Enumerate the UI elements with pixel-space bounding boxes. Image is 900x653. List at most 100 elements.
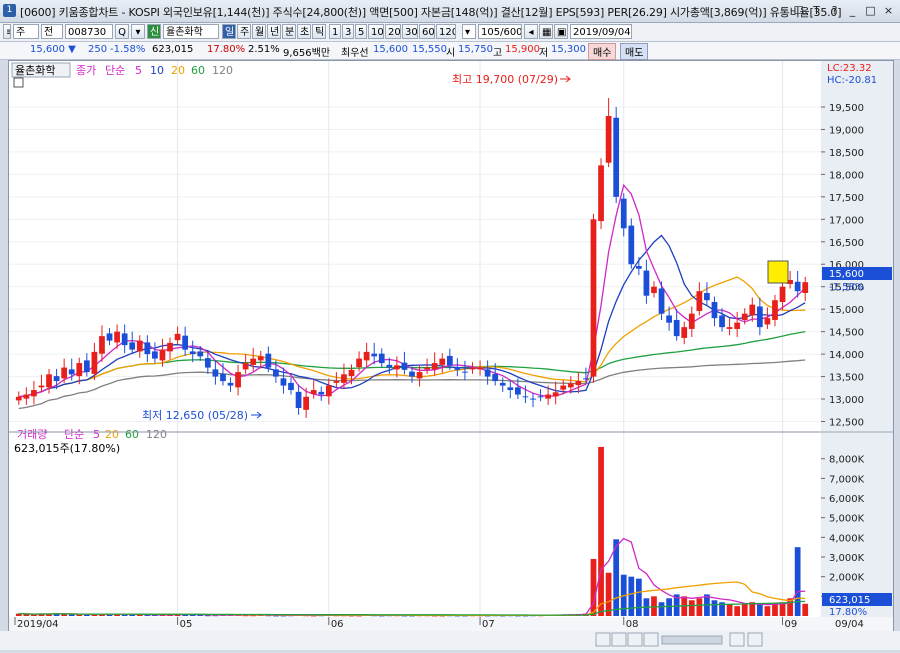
interval-10[interactable]: 10 [368, 24, 384, 39]
calendar-icon[interactable]: ▦ [539, 24, 553, 39]
candle-body [144, 342, 151, 355]
zoom-slider[interactable] [661, 635, 723, 645]
close-button[interactable]: × [881, 3, 896, 18]
candle-body [38, 385, 45, 388]
interval-dropdown[interactable]: ▾ [462, 24, 476, 39]
maximize-button[interactable]: □ [863, 3, 878, 18]
grid-toggle-icon[interactable] [13, 77, 24, 88]
legend-close: 종가 [76, 64, 96, 77]
price-volume-chart[interactable]: 율촌화학 종가 단순 5 10 20 60 120 거래량 단순 5 20 60… [9, 61, 893, 631]
volume-bar [756, 604, 763, 616]
period-week[interactable]: 주 [237, 24, 251, 39]
candle-body [424, 367, 430, 370]
price-tick-label: 19,000 [829, 125, 864, 136]
candle-body [704, 292, 710, 301]
market-select[interactable]: 전 [41, 24, 63, 39]
interval-5[interactable]: 5 [355, 24, 367, 39]
period-month[interactable]: 월 [252, 24, 266, 39]
zoom-in-button[interactable] [747, 632, 763, 647]
volume-bar [635, 578, 642, 616]
candle-body [257, 356, 264, 361]
font-button[interactable]: T [809, 3, 824, 18]
candle-body [613, 117, 620, 197]
candle-body [749, 304, 756, 316]
volume-bar [590, 558, 597, 616]
volume-bar [651, 596, 657, 616]
scroll-first-button[interactable] [595, 632, 611, 647]
volume-legend-ma5: 5 [93, 428, 100, 441]
candle-body [189, 351, 196, 355]
low-annotation: 최저 12,650 (05/28) [142, 409, 248, 422]
candle-body [46, 374, 52, 388]
scroll-prev-button[interactable] [611, 632, 627, 647]
legend-ma60: 60 [191, 64, 205, 77]
volume-bar [76, 614, 83, 616]
period-day[interactable]: 일 [222, 24, 236, 39]
save-icon[interactable]: ▣ [554, 24, 568, 39]
price-change-pct: -1.58% [110, 44, 146, 55]
interval-30[interactable]: 30 [402, 24, 418, 39]
interval-3[interactable]: 3 [342, 24, 354, 39]
period-second[interactable]: 초 [297, 24, 311, 39]
candle-body [575, 381, 582, 386]
candle-body [68, 369, 75, 375]
nav-prev-icon[interactable]: ◂ [524, 24, 538, 39]
buy-button[interactable]: 매수 [588, 43, 617, 60]
volume-tick-label: 5,000K [829, 514, 865, 525]
interval-1[interactable]: 1 [329, 24, 341, 39]
period-minute[interactable]: 분 [282, 24, 296, 39]
period-tick[interactable]: 틱 [312, 24, 326, 39]
date-tick-label: 05 [180, 619, 193, 630]
period-year[interactable]: 년 [267, 24, 281, 39]
minimize-button[interactable]: _ [845, 3, 860, 18]
date-axis-panel [9, 617, 893, 631]
candle-body [325, 385, 332, 397]
interval-60[interactable]: 60 [419, 24, 435, 39]
volume-bar [794, 547, 801, 616]
count-input[interactable]: 105/600 [478, 24, 522, 39]
candle-body [431, 363, 438, 370]
sell-button[interactable]: 매도 [620, 43, 649, 60]
candle-body [711, 301, 718, 319]
open-value: 15,750 [458, 44, 493, 55]
volume-tick-label: 6,000K [829, 494, 865, 505]
stop-button[interactable] [627, 632, 643, 647]
volume-bar [764, 606, 771, 616]
window-controls: ☐ T ? _ □ × [791, 3, 896, 18]
candle-body [167, 342, 173, 352]
volume-tick-label: 2,000K [829, 573, 865, 584]
candle-body [114, 331, 120, 343]
candle-body [212, 369, 219, 377]
pin-button[interactable]: ☐ [791, 3, 806, 18]
search-icon[interactable]: Q [115, 24, 129, 39]
candle-body [394, 365, 400, 370]
candle-body [174, 333, 181, 341]
volume-bar [802, 603, 809, 616]
interval-20[interactable]: 20 [385, 24, 401, 39]
chevron-down-icon[interactable]: ▾ [131, 24, 145, 39]
type-select[interactable]: 주 [13, 24, 39, 39]
candle-body [53, 376, 60, 382]
menu-icon[interactable]: ≡ [3, 24, 11, 39]
play-button[interactable] [643, 632, 659, 647]
candle-body [333, 381, 340, 383]
turnover-value: 17.80% [207, 44, 246, 55]
volume-bar [658, 602, 665, 616]
candle-body [567, 383, 574, 388]
volume-legend-title: 거래량 [17, 428, 47, 441]
code-input[interactable]: 008730 [65, 24, 113, 39]
candle-body [688, 313, 695, 329]
candle-body [250, 358, 257, 365]
candle-body [446, 355, 453, 366]
chart-area[interactable]: 율촌화학 종가 단순 5 10 20 60 120 거래량 단순 5 20 60… [8, 60, 894, 632]
price-tick-label: 14,000 [829, 350, 864, 361]
candle-body [121, 333, 128, 346]
date-input[interactable]: 2019/09/04 [570, 24, 632, 39]
interval-120[interactable]: 120 [436, 24, 456, 39]
candle-body [605, 115, 612, 163]
zoom-out-button[interactable] [729, 632, 745, 647]
current-volume-pct: 17.80% [829, 607, 867, 618]
help-button[interactable]: ? [827, 3, 842, 18]
high-value: 15,900 [505, 44, 540, 55]
volume-legend-ma120: 120 [146, 428, 167, 441]
